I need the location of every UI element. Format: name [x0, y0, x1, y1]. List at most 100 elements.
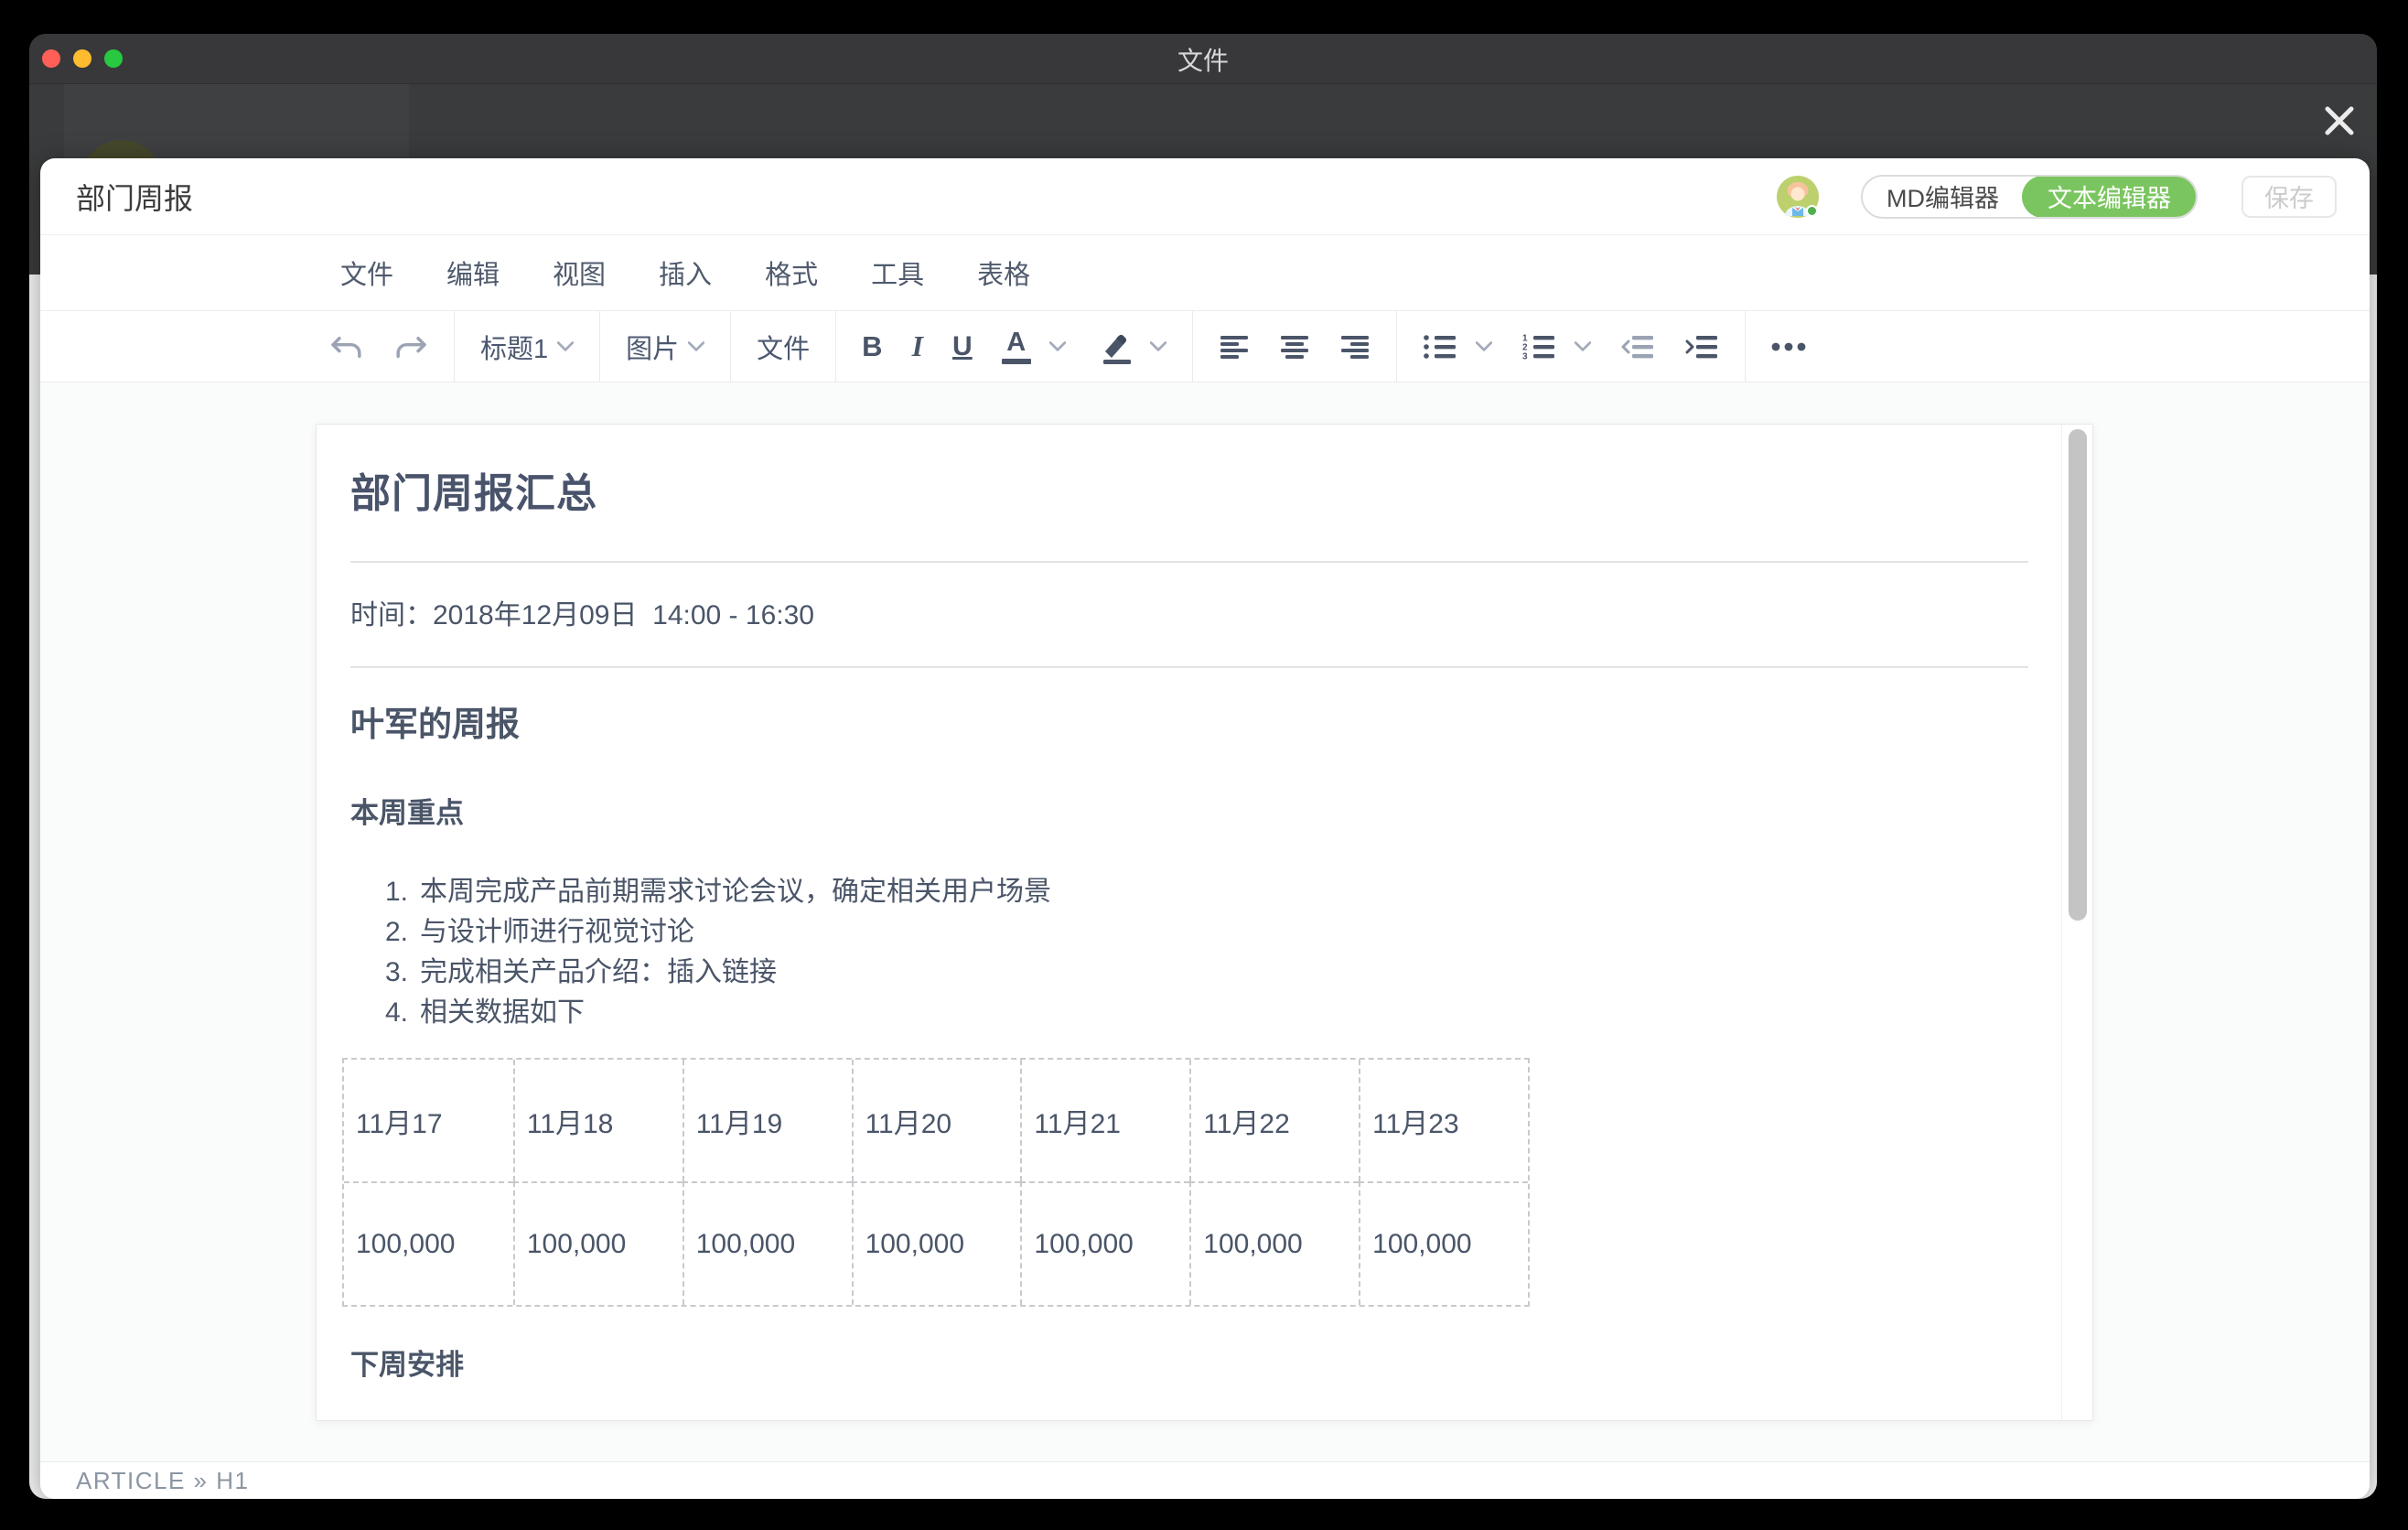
insert-file-button[interactable]: 文件: [742, 311, 824, 382]
toolbar: 标题1 图片 文件 B I: [40, 311, 2370, 382]
table-cell[interactable]: 11月21: [1020, 1060, 1189, 1181]
redo-button[interactable]: [379, 311, 443, 382]
outdent-icon: [1620, 333, 1655, 361]
breadcrumb: ARTICLE » H1: [76, 1467, 249, 1495]
list-item[interactable]: 3.完成相关产品介绍：插入链接: [350, 953, 2028, 993]
bullet-list-dropdown[interactable]: [1472, 311, 1507, 382]
toolbar-separator: [835, 311, 836, 382]
svg-text:3: 3: [1522, 351, 1528, 361]
app-window: 文件 部门周报 MD编辑: [29, 34, 2377, 1499]
data-table: 11月17 11月18 11月19 11月20 11月21 11月22 11月2…: [342, 1058, 1530, 1307]
ordered-list-button[interactable]: 1 2 3: [1507, 311, 1571, 382]
font-color-button[interactable]: A: [987, 311, 1046, 382]
heading-style-label: 标题1: [480, 328, 548, 366]
subsection-week-title[interactable]: 本周重点: [350, 799, 2028, 827]
undo-button[interactable]: [315, 311, 379, 382]
table-cell[interactable]: 100,000: [1189, 1181, 1359, 1305]
menu-format[interactable]: 格式: [756, 248, 827, 297]
save-button[interactable]: 保存: [2241, 176, 2337, 218]
table-cell[interactable]: 100,000: [344, 1181, 513, 1305]
heading-style-dropdown[interactable]: 标题1: [466, 311, 588, 382]
font-color-dropdown[interactable]: [1046, 311, 1080, 382]
italic-icon: I: [912, 329, 923, 363]
titlebar: 文件: [29, 34, 2377, 84]
bullet-list-button[interactable]: [1408, 311, 1472, 382]
divider: [350, 666, 2028, 668]
menu-view[interactable]: 视图: [543, 248, 615, 297]
document-page[interactable]: 部门周报汇总 时间：2018年12月09日 14:00 - 16:30 叶军的周…: [316, 424, 2093, 1421]
toggle-md-editor[interactable]: MD编辑器: [1863, 177, 2023, 217]
toolbar-separator: [1192, 311, 1193, 382]
list-item[interactable]: 4.相关数据如下: [350, 993, 2028, 1033]
menu-insert[interactable]: 插入: [650, 248, 721, 297]
insert-image-dropdown[interactable]: 图片: [611, 311, 719, 382]
indent-icon: [1684, 333, 1719, 361]
chevron-down-icon: [1150, 341, 1166, 352]
toolbar-separator: [730, 311, 731, 382]
table-cell[interactable]: 11月20: [852, 1060, 1021, 1181]
bold-icon: B: [862, 330, 882, 363]
align-right-icon: [1339, 334, 1371, 360]
chevron-down-icon: [1049, 341, 1066, 352]
highlight-dropdown[interactable]: [1146, 311, 1181, 382]
section-title[interactable]: 叶军的周报: [350, 707, 2028, 741]
close-button[interactable]: [2321, 102, 2358, 139]
scrollbar-track[interactable]: [2061, 425, 2092, 1420]
toggle-text-editor[interactable]: 文本编辑器: [2022, 176, 2197, 218]
meeting-time-text[interactable]: 时间：2018年12月09日 14:00 - 16:30: [350, 602, 2028, 630]
chevron-down-icon: [557, 341, 574, 352]
avatar-icon: [1777, 176, 1819, 218]
menu-edit[interactable]: 编辑: [437, 248, 509, 297]
align-left-icon: [1219, 334, 1250, 360]
bullet-list-icon: [1423, 333, 1457, 361]
table-cell[interactable]: 11月19: [683, 1060, 852, 1181]
table-cell[interactable]: 100,000: [513, 1181, 683, 1305]
list-item[interactable]: 2.与设计师进行视觉讨论: [350, 912, 2028, 953]
menu-file[interactable]: 文件: [331, 248, 403, 297]
align-left-button[interactable]: [1204, 311, 1264, 382]
toolbar-separator: [1396, 311, 1397, 382]
subsection-next-week-title[interactable]: 下周安排: [350, 1351, 2028, 1379]
table-cell[interactable]: 100,000: [852, 1181, 1021, 1305]
status-bar: ARTICLE » H1: [40, 1461, 2370, 1499]
table-cell[interactable]: 100,000: [1359, 1181, 1528, 1305]
list-item[interactable]: 1.本周完成产品前期需求讨论会议，确定相关用户场景: [350, 872, 2028, 912]
chevron-down-icon: [1575, 341, 1591, 352]
toolbar-separator: [599, 311, 600, 382]
align-right-button[interactable]: [1325, 311, 1385, 382]
document-heading[interactable]: 部门周报汇总: [350, 474, 2028, 514]
table-cell[interactable]: 11月23: [1359, 1060, 1528, 1181]
table-cell[interactable]: 11月22: [1189, 1060, 1359, 1181]
more-options-button[interactable]: [1757, 311, 1824, 382]
table-cell[interactable]: 100,000: [1020, 1181, 1189, 1305]
divider: [350, 561, 2028, 563]
doc-header: 部门周报 MD编辑器 文本编辑器 保存: [40, 158, 2370, 235]
bold-button[interactable]: B: [847, 311, 897, 382]
table-cell[interactable]: 100,000: [683, 1181, 852, 1305]
insert-file-label: 文件: [757, 328, 810, 366]
align-center-icon: [1279, 334, 1310, 360]
menu-table[interactable]: 表格: [968, 248, 1039, 297]
user-avatar[interactable]: [1777, 176, 1819, 218]
table-cell[interactable]: 11月17: [344, 1060, 513, 1181]
scrollbar-thumb[interactable]: [2069, 429, 2087, 921]
undo-icon: [329, 333, 364, 361]
indent-button[interactable]: [1670, 311, 1734, 382]
chevron-down-icon: [688, 341, 704, 352]
ordered-list-icon: 1 2 3: [1521, 333, 1556, 361]
underline-button[interactable]: U: [938, 311, 987, 382]
close-icon: [2322, 103, 2357, 138]
ordered-list-dropdown[interactable]: [1571, 311, 1606, 382]
doc-title: 部门周报: [76, 176, 193, 218]
editor-modal: 部门周报 MD编辑器 文本编辑器 保存 文件: [40, 158, 2370, 1499]
highlight-button[interactable]: [1080, 311, 1146, 382]
outdent-button[interactable]: [1606, 311, 1670, 382]
align-center-button[interactable]: [1264, 311, 1325, 382]
document-body: 部门周报汇总 时间：2018年12月09日 14:00 - 16:30 叶军的周…: [317, 474, 2092, 1379]
italic-button[interactable]: I: [898, 311, 938, 382]
menu-tools[interactable]: 工具: [862, 248, 933, 297]
window-title: 文件: [29, 34, 2377, 84]
table-cell[interactable]: 11月18: [513, 1060, 683, 1181]
redo-icon: [393, 333, 428, 361]
highlighter-icon: [1095, 329, 1132, 364]
